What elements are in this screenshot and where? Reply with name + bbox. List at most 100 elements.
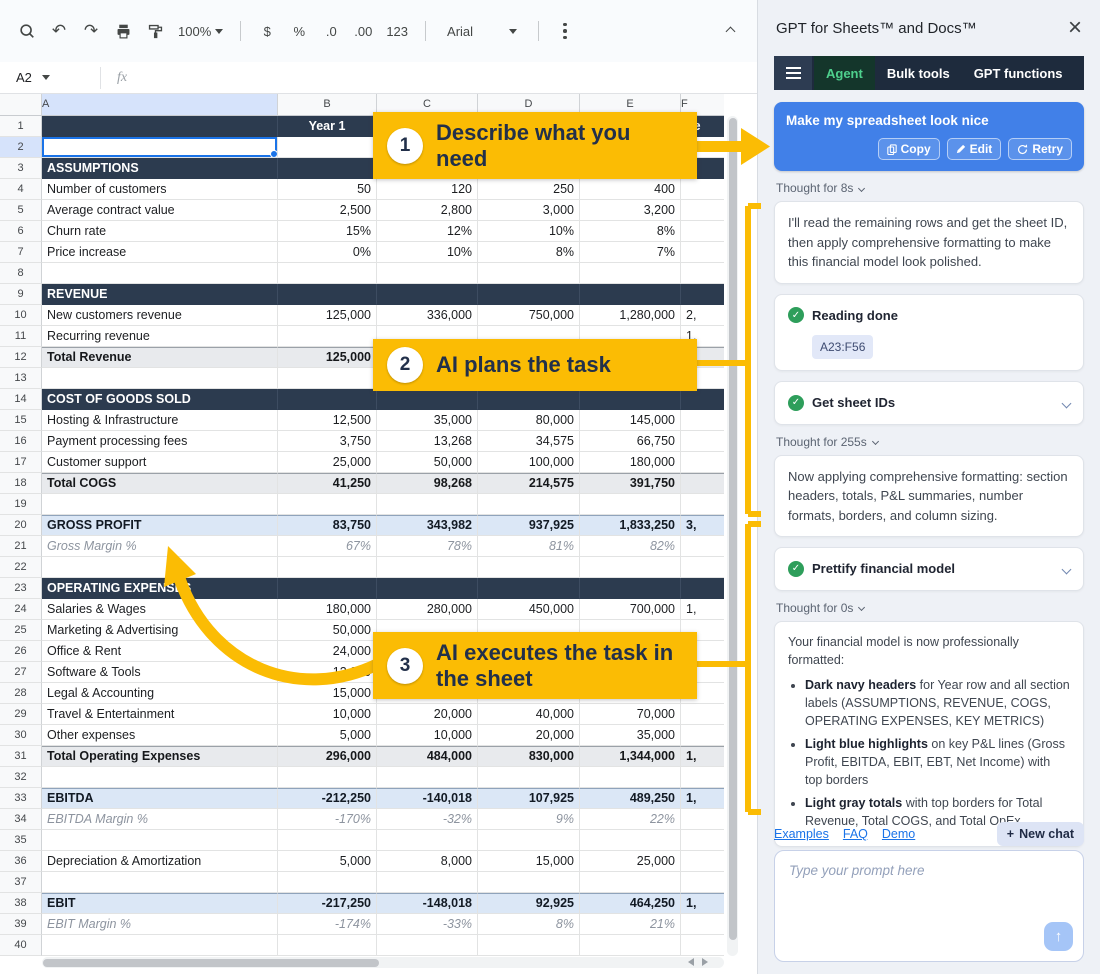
row-header[interactable]: 13: [0, 368, 42, 389]
search-icon[interactable]: [14, 17, 40, 45]
cell[interactable]: [681, 557, 724, 578]
cell[interactable]: 10,000: [377, 725, 478, 746]
cell[interactable]: 0%: [278, 242, 377, 263]
cell[interactable]: [42, 494, 278, 515]
cell[interactable]: Depreciation & Amortization: [42, 851, 278, 872]
cell[interactable]: 22%: [580, 809, 681, 830]
retry-button[interactable]: Retry: [1008, 138, 1072, 160]
cell[interactable]: 1,: [681, 746, 724, 767]
cell[interactable]: [681, 410, 724, 431]
cell[interactable]: 296,000: [278, 746, 377, 767]
scrollbar-thumb[interactable]: [729, 118, 737, 940]
cell[interactable]: 82%: [580, 536, 681, 557]
decrease-decimals-icon[interactable]: .0: [318, 17, 344, 45]
cell[interactable]: Marketing & Advertising: [42, 620, 278, 641]
cell[interactable]: EBIT: [42, 893, 278, 914]
cell[interactable]: 35,000: [580, 725, 681, 746]
row-header[interactable]: 5: [0, 200, 42, 221]
cell[interactable]: -148,018: [377, 893, 478, 914]
cell[interactable]: [478, 284, 580, 305]
cell[interactable]: 50: [278, 179, 377, 200]
cell[interactable]: [681, 284, 724, 305]
cell[interactable]: 937,925: [478, 515, 580, 536]
cell[interactable]: Salaries & Wages: [42, 599, 278, 620]
cell[interactable]: [681, 452, 724, 473]
cell[interactable]: [681, 536, 724, 557]
cell[interactable]: [478, 557, 580, 578]
row-header[interactable]: 18: [0, 473, 42, 494]
cell[interactable]: 10,000: [278, 704, 377, 725]
cell[interactable]: 1,: [681, 599, 724, 620]
cell[interactable]: [278, 137, 377, 158]
vertical-scrollbar[interactable]: [727, 116, 738, 956]
cell[interactable]: 20,000: [377, 704, 478, 725]
cell[interactable]: 750,000: [478, 305, 580, 326]
cell[interactable]: [42, 557, 278, 578]
more-options-icon[interactable]: [552, 17, 578, 45]
get-sheet-ids-card[interactable]: ✓ Get sheet IDs: [774, 381, 1084, 425]
name-box[interactable]: A2: [0, 70, 100, 85]
cell[interactable]: 489,250: [580, 788, 681, 809]
cell[interactable]: Churn rate: [42, 221, 278, 242]
cell[interactable]: 214,575: [478, 473, 580, 494]
row-header[interactable]: 2: [0, 137, 42, 158]
row-header[interactable]: 26: [0, 641, 42, 662]
cell[interactable]: 1,833,250: [580, 515, 681, 536]
cell[interactable]: 2,: [681, 305, 724, 326]
cell[interactable]: [278, 389, 377, 410]
row-header[interactable]: 14: [0, 389, 42, 410]
footer-link[interactable]: Demo: [882, 827, 915, 841]
cell[interactable]: 10%: [377, 242, 478, 263]
thought-toggle[interactable]: Thought for 255s: [776, 435, 1082, 449]
row-header[interactable]: 28: [0, 683, 42, 704]
cell[interactable]: [377, 767, 478, 788]
send-button[interactable]: ↑: [1044, 922, 1073, 951]
row-header[interactable]: 16: [0, 431, 42, 452]
cell[interactable]: Other expenses: [42, 725, 278, 746]
cell[interactable]: 5,000: [278, 851, 377, 872]
row-header[interactable]: 19: [0, 494, 42, 515]
cell[interactable]: [681, 473, 724, 494]
cell[interactable]: 83,750: [278, 515, 377, 536]
new-chat-button[interactable]: + New chat: [997, 822, 1084, 846]
scrollbar-thumb[interactable]: [43, 959, 379, 967]
row-header[interactable]: 6: [0, 221, 42, 242]
cell[interactable]: 34,575: [478, 431, 580, 452]
cell[interactable]: [478, 830, 580, 851]
cell[interactable]: Hosting & Infrastructure: [42, 410, 278, 431]
row-header[interactable]: 1: [0, 116, 42, 137]
cell[interactable]: [42, 767, 278, 788]
row-header[interactable]: 15: [0, 410, 42, 431]
cell[interactable]: 280,000: [377, 599, 478, 620]
cell[interactable]: 81%: [478, 536, 580, 557]
cell[interactable]: [478, 935, 580, 956]
cell[interactable]: [580, 578, 681, 599]
cell[interactable]: [278, 557, 377, 578]
cell[interactable]: 15%: [278, 221, 377, 242]
row-header[interactable]: 7: [0, 242, 42, 263]
cell[interactable]: Number of customers: [42, 179, 278, 200]
row-header[interactable]: 21: [0, 536, 42, 557]
cell[interactable]: 336,000: [377, 305, 478, 326]
cell[interactable]: 8%: [478, 914, 580, 935]
horizontal-scrollbar[interactable]: [42, 957, 724, 968]
cell[interactable]: 1,280,000: [580, 305, 681, 326]
percent-format-icon[interactable]: %: [286, 17, 312, 45]
cell[interactable]: 78%: [377, 536, 478, 557]
cell[interactable]: [681, 830, 724, 851]
cell[interactable]: -170%: [278, 809, 377, 830]
redo-icon[interactable]: ↷: [78, 17, 104, 45]
cell[interactable]: -217,250: [278, 893, 377, 914]
cell[interactable]: [681, 494, 724, 515]
cell[interactable]: -212,250: [278, 788, 377, 809]
cell[interactable]: 10%: [478, 221, 580, 242]
cell[interactable]: [377, 872, 478, 893]
cell[interactable]: [42, 263, 278, 284]
row-header[interactable]: 4: [0, 179, 42, 200]
cell[interactable]: 67%: [278, 536, 377, 557]
cell[interactable]: [681, 914, 724, 935]
footer-link[interactable]: FAQ: [843, 827, 868, 841]
chevron-down-icon[interactable]: [1063, 393, 1070, 413]
increase-decimals-icon[interactable]: .00: [350, 17, 376, 45]
row-header[interactable]: 33: [0, 788, 42, 809]
